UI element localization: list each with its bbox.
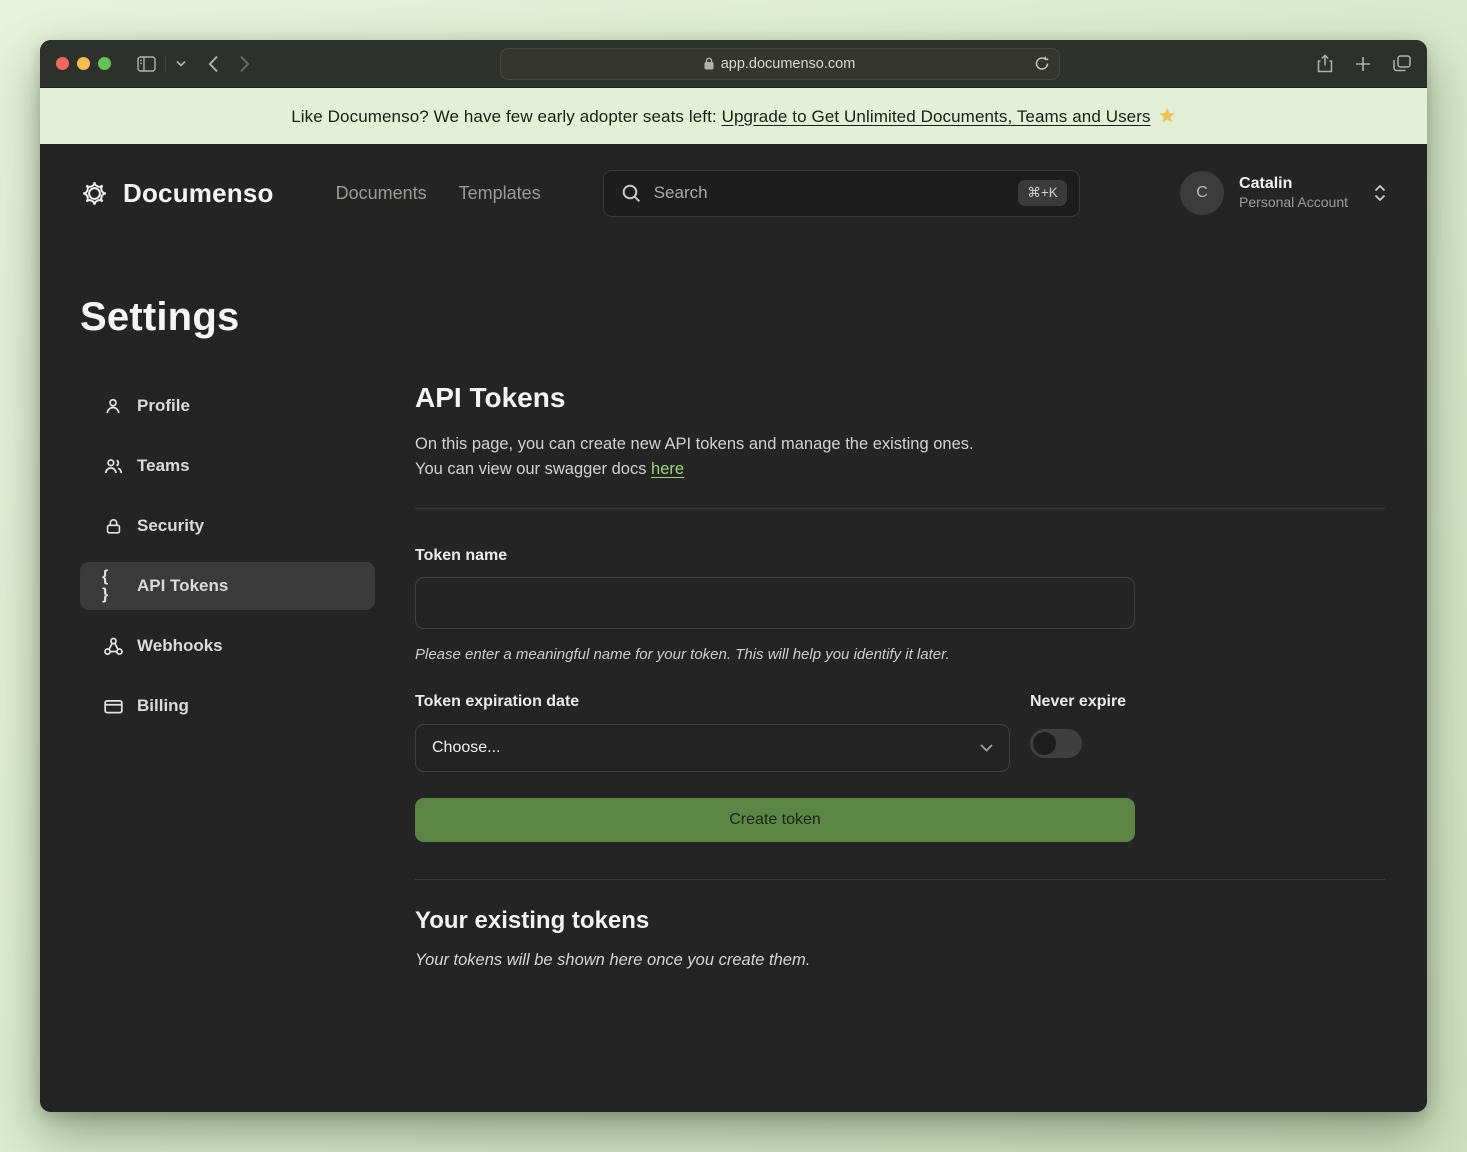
api-tokens-panel: API Tokens On this page, you can create … xyxy=(415,382,1385,970)
browser-window: app.documenso.com xyxy=(40,40,1427,1112)
close-window-button[interactable] xyxy=(56,57,69,70)
webhook-icon xyxy=(102,636,124,657)
app-header: Documenso Documents Templates Search ⌘+K xyxy=(40,144,1427,242)
desktop-background: app.documenso.com xyxy=(0,0,1467,1152)
star-icon: ★ xyxy=(1159,106,1176,127)
sidebar-item-label: Security xyxy=(137,516,204,536)
brand[interactable]: Documenso xyxy=(80,178,274,209)
sidebar-item-security[interactable]: Security xyxy=(80,502,375,550)
new-tab-icon[interactable] xyxy=(1355,56,1371,72)
account-type: Personal Account xyxy=(1239,194,1348,212)
section-description-line1: On this page, you can create new API tok… xyxy=(415,435,974,453)
back-button[interactable] xyxy=(208,55,219,73)
section-heading: API Tokens xyxy=(415,382,1385,414)
create-token-button[interactable]: Create token xyxy=(415,798,1135,842)
search-placeholder: Search xyxy=(654,183,1006,203)
users-icon xyxy=(102,456,124,477)
avatar: C xyxy=(1180,171,1224,215)
divider xyxy=(415,508,1385,509)
tab-overview-icon[interactable] xyxy=(1393,55,1411,72)
main-nav: Documents Templates xyxy=(336,183,541,204)
sidebar-item-label: API Tokens xyxy=(137,576,228,596)
nav-templates[interactable]: Templates xyxy=(459,183,541,204)
settings-sidebar: Profile Teams xyxy=(80,382,375,970)
account-switcher[interactable]: C Catalin Personal Account xyxy=(1180,171,1387,215)
token-name-input[interactable] xyxy=(415,577,1135,629)
upgrade-link[interactable]: Upgrade to Get Unlimited Documents, Team… xyxy=(722,107,1151,126)
search-shortcut-badge: ⌘+K xyxy=(1018,180,1066,206)
address-bar[interactable]: app.documenso.com xyxy=(500,48,1060,80)
upsell-banner: Like Documenso? We have few early adopte… xyxy=(40,88,1427,144)
traffic-lights xyxy=(56,57,111,70)
never-expire-label: Never expire xyxy=(1030,693,1126,711)
divider xyxy=(415,879,1385,880)
sidebar-item-label: Profile xyxy=(137,396,190,416)
braces-icon: { } xyxy=(102,568,124,604)
url-text: app.documenso.com xyxy=(721,56,856,72)
never-expire-toggle[interactable] xyxy=(1030,729,1082,758)
sidebar-item-label: Teams xyxy=(137,456,190,476)
lock-icon xyxy=(704,57,714,70)
settings-page: Settings Profile xyxy=(40,242,1427,1112)
sidebar-item-profile[interactable]: Profile xyxy=(80,382,375,430)
user-name: Catalin xyxy=(1239,174,1348,194)
toggle-knob xyxy=(1033,732,1056,755)
sidebar-item-billing[interactable]: Billing xyxy=(80,682,375,730)
page-title: Settings xyxy=(80,295,1387,340)
sidebar-toggle-icon[interactable] xyxy=(137,56,156,72)
swagger-docs-link[interactable]: here xyxy=(651,460,684,478)
zoom-window-button[interactable] xyxy=(98,57,111,70)
brand-name: Documenso xyxy=(123,178,274,209)
token-expiration-select[interactable]: Choose... xyxy=(415,724,1010,772)
share-icon[interactable] xyxy=(1317,54,1333,73)
select-value: Choose... xyxy=(432,739,500,757)
existing-tokens-heading: Your existing tokens xyxy=(415,907,1385,935)
sidebar-item-webhooks[interactable]: Webhooks xyxy=(80,622,375,670)
reload-icon[interactable] xyxy=(1035,56,1049,71)
search-input[interactable]: Search ⌘+K xyxy=(603,170,1080,217)
browser-actions xyxy=(1317,54,1411,73)
documenso-logo-icon xyxy=(80,179,109,208)
nav-documents[interactable]: Documents xyxy=(336,183,427,204)
chevron-down-icon xyxy=(980,744,993,752)
minimize-window-button[interactable] xyxy=(77,57,90,70)
documenso-app: Documenso Documents Templates Search ⌘+K xyxy=(40,144,1427,1112)
forward-button[interactable] xyxy=(239,55,250,73)
user-icon xyxy=(102,396,124,417)
sidebar-item-teams[interactable]: Teams xyxy=(80,442,375,490)
token-name-hint: Please enter a meaningful name for your … xyxy=(415,646,1385,663)
existing-tokens-empty-text: Your tokens will be shown here once you … xyxy=(415,951,1385,970)
section-description-line2: You can view our swagger docs xyxy=(415,460,651,478)
sidebar-item-label: Webhooks xyxy=(137,636,223,656)
banner-text: Like Documenso? We have few early adopte… xyxy=(291,107,721,126)
chevron-up-down-icon xyxy=(1373,184,1387,202)
sidebar-item-api-tokens[interactable]: { } API Tokens xyxy=(80,562,375,610)
lock-icon xyxy=(102,516,124,537)
token-expiration-label: Token expiration date xyxy=(415,693,1010,711)
credit-card-icon xyxy=(102,696,124,717)
sidebar-item-label: Billing xyxy=(137,696,189,716)
token-name-label: Token name xyxy=(415,547,1385,565)
browser-toolbar: app.documenso.com xyxy=(40,40,1427,88)
search-icon xyxy=(622,184,641,203)
chevron-down-icon[interactable] xyxy=(165,56,186,72)
